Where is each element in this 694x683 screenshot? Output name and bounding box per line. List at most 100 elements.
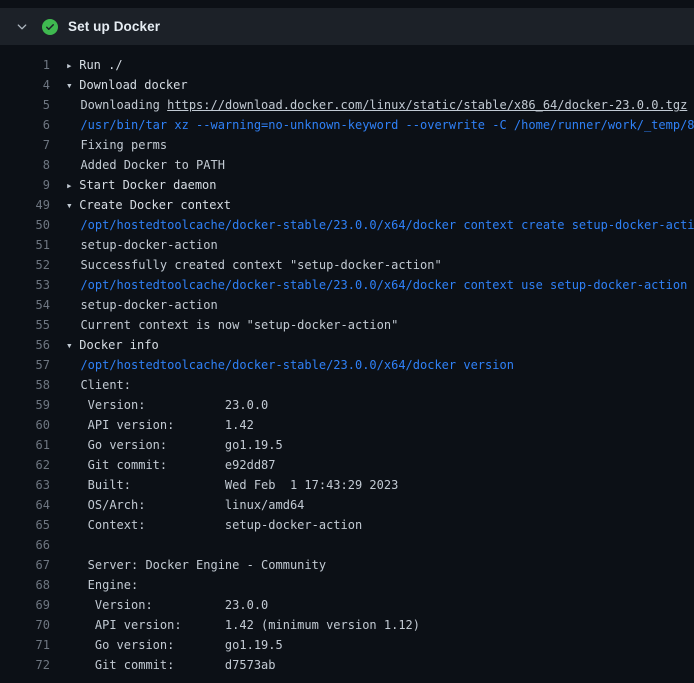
check-circle-icon xyxy=(42,19,58,35)
line-text: ▾Create Docker context xyxy=(66,195,231,215)
step-header[interactable]: Set up Docker xyxy=(0,8,694,45)
line-number[interactable]: 64 xyxy=(0,495,66,515)
line-text: Client: xyxy=(66,375,131,395)
line-number[interactable]: 63 xyxy=(0,475,66,495)
line-text: Go version: go1.19.5 xyxy=(66,635,283,655)
log-line: 70 API version: 1.42 (minimum version 1.… xyxy=(0,615,694,635)
line-text: Git commit: d7573ab xyxy=(66,655,276,675)
line-text: OS/Arch: linux/amd64 xyxy=(66,495,304,515)
line-number[interactable]: 60 xyxy=(0,415,66,435)
log-line: 8Added Docker to PATH xyxy=(0,155,694,175)
line-text: ▸Start Docker daemon xyxy=(66,175,217,195)
triangle-right-icon[interactable]: ▸ xyxy=(66,56,79,75)
log-line: 57/opt/hostedtoolcache/docker-stable/23.… xyxy=(0,355,694,375)
log-line: 55Current context is now "setup-docker-a… xyxy=(0,315,694,335)
log-line: 69 Version: 23.0.0 xyxy=(0,595,694,615)
log-group-header[interactable]: 49▾Create Docker context xyxy=(0,195,694,215)
log-url-link[interactable]: https://download.docker.com/linux/static… xyxy=(167,98,687,112)
log-group-header[interactable]: 4▾Download docker xyxy=(0,75,694,95)
log-line: 51setup-docker-action xyxy=(0,235,694,255)
line-number[interactable]: 53 xyxy=(0,275,66,295)
line-number[interactable]: 71 xyxy=(0,635,66,655)
log-line: 62 Git commit: e92dd87 xyxy=(0,455,694,475)
line-number[interactable]: 62 xyxy=(0,455,66,475)
group-title: Run ./ xyxy=(79,58,122,72)
line-number[interactable]: 5 xyxy=(0,95,66,115)
triangle-down-icon[interactable]: ▾ xyxy=(66,196,79,215)
line-text: Context: setup-docker-action xyxy=(66,515,362,535)
line-number[interactable]: 51 xyxy=(0,235,66,255)
line-text: API version: 1.42 xyxy=(66,415,254,435)
log-line: 63 Built: Wed Feb 1 17:43:29 2023 xyxy=(0,475,694,495)
log-line: 52Successfully created context "setup-do… xyxy=(0,255,694,275)
line-text: ▾Download docker xyxy=(66,75,188,95)
line-text: Version: 23.0.0 xyxy=(66,595,268,615)
log-line: 64 OS/Arch: linux/amd64 xyxy=(0,495,694,515)
line-number[interactable]: 49 xyxy=(0,195,66,215)
line-text: setup-docker-action xyxy=(66,295,218,315)
line-text: /opt/hostedtoolcache/docker-stable/23.0.… xyxy=(66,355,514,375)
line-text: ▸Run ./ xyxy=(66,55,123,75)
line-number[interactable]: 6 xyxy=(0,115,66,135)
log-line: 50/opt/hostedtoolcache/docker-stable/23.… xyxy=(0,215,694,235)
log-text-segment: Downloading xyxy=(80,98,167,112)
line-text: /usr/bin/tar xz --warning=no-unknown-key… xyxy=(66,115,694,135)
line-text: Engine: xyxy=(66,575,138,595)
line-text: Built: Wed Feb 1 17:43:29 2023 xyxy=(66,475,398,495)
log-line: 72 Git commit: d7573ab xyxy=(0,655,694,675)
line-number[interactable]: 65 xyxy=(0,515,66,535)
line-number[interactable]: 72 xyxy=(0,655,66,675)
line-number[interactable]: 8 xyxy=(0,155,66,175)
log-viewer: Set up Docker 1▸Run ./4▾Download docker5… xyxy=(0,0,694,683)
line-number[interactable]: 1 xyxy=(0,55,66,75)
line-text: setup-docker-action xyxy=(66,235,218,255)
log-line: 53/opt/hostedtoolcache/docker-stable/23.… xyxy=(0,275,694,295)
line-number[interactable]: 55 xyxy=(0,315,66,335)
chevron-down-icon[interactable] xyxy=(14,19,30,35)
line-number[interactable]: 52 xyxy=(0,255,66,275)
line-number[interactable]: 4 xyxy=(0,75,66,95)
line-number[interactable]: 59 xyxy=(0,395,66,415)
group-title: Create Docker context xyxy=(79,198,231,212)
line-number[interactable]: 70 xyxy=(0,615,66,635)
line-number[interactable]: 57 xyxy=(0,355,66,375)
line-number[interactable]: 58 xyxy=(0,375,66,395)
log-group-header[interactable]: 1▸Run ./ xyxy=(0,55,694,75)
log-line: 61 Go version: go1.19.5 xyxy=(0,435,694,455)
line-text: Server: Docker Engine - Community xyxy=(66,555,326,575)
log-line: 58Client: xyxy=(0,375,694,395)
line-text: Git commit: e92dd87 xyxy=(66,455,276,475)
log-line: 5 Downloading https://download.docker.com… xyxy=(0,95,694,115)
line-text: /opt/hostedtoolcache/docker-stable/23.0.… xyxy=(66,215,694,235)
line-number[interactable]: 7 xyxy=(0,135,66,155)
log-line: 71 Go version: go1.19.5 xyxy=(0,635,694,655)
group-title: Download docker xyxy=(79,78,187,92)
log-group-header[interactable]: 9▸Start Docker daemon xyxy=(0,175,694,195)
group-title: Start Docker daemon xyxy=(79,178,216,192)
line-text: Successfully created context "setup-dock… xyxy=(66,255,442,275)
line-number[interactable]: 54 xyxy=(0,295,66,315)
log-group-header[interactable]: 56▾Docker info xyxy=(0,335,694,355)
line-text: Fixing perms xyxy=(66,135,167,155)
line-text: ▾Docker info xyxy=(66,335,159,355)
line-number[interactable]: 66 xyxy=(0,535,66,555)
log-line: 65 Context: setup-docker-action xyxy=(0,515,694,535)
line-number[interactable]: 69 xyxy=(0,595,66,615)
line-number[interactable]: 68 xyxy=(0,575,66,595)
line-number[interactable]: 56 xyxy=(0,335,66,355)
line-number[interactable]: 9 xyxy=(0,175,66,195)
line-text: /opt/hostedtoolcache/docker-stable/23.0.… xyxy=(66,275,687,295)
log-line: 68 Engine: xyxy=(0,575,694,595)
line-number[interactable]: 67 xyxy=(0,555,66,575)
log-line: 54setup-docker-action xyxy=(0,295,694,315)
triangle-down-icon[interactable]: ▾ xyxy=(66,336,79,355)
triangle-down-icon[interactable]: ▾ xyxy=(66,76,79,95)
line-text: Go version: go1.19.5 xyxy=(66,435,283,455)
line-number[interactable]: 50 xyxy=(0,215,66,235)
log-line: 7Fixing perms xyxy=(0,135,694,155)
line-text xyxy=(66,535,80,555)
line-number[interactable]: 61 xyxy=(0,435,66,455)
triangle-right-icon[interactable]: ▸ xyxy=(66,176,79,195)
log-lines: 1▸Run ./4▾Download docker5Downloading ht… xyxy=(0,45,694,675)
log-line: 6/usr/bin/tar xz --warning=no-unknown-ke… xyxy=(0,115,694,135)
